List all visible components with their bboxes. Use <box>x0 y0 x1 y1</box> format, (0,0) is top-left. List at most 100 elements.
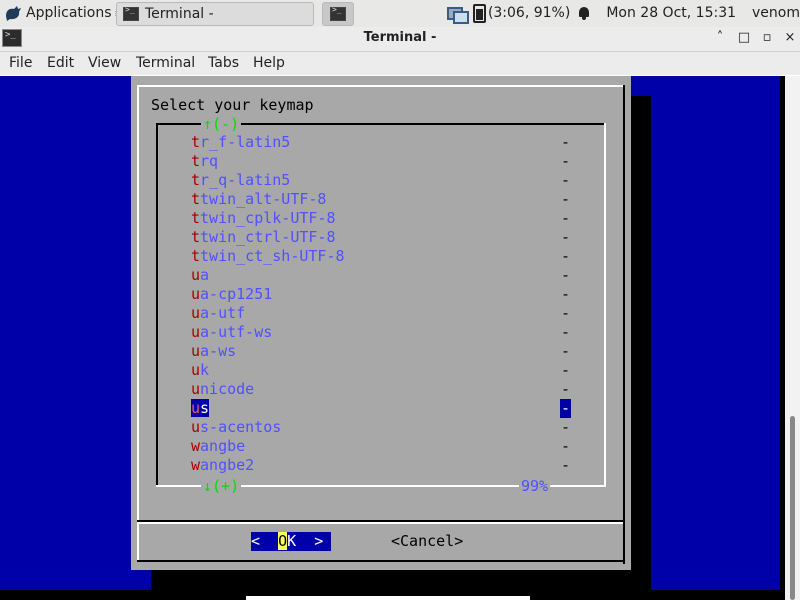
network-icon[interactable] <box>446 5 469 24</box>
item-hotkey: u <box>191 399 201 417</box>
terminal-icon <box>123 5 139 21</box>
item-hotkey: u <box>191 266 201 284</box>
list-item[interactable]: ua - <box>191 266 571 285</box>
listbox-border <box>156 123 158 487</box>
ok-right: K > <box>287 532 324 550</box>
dialog-title: Select your keymap <box>151 96 314 114</box>
item-hotkey: t <box>191 228 201 246</box>
list-item[interactable]: ttwin_alt-UTF-8 - <box>191 190 571 209</box>
terminal-scrollbar[interactable] <box>785 76 800 600</box>
menu-view[interactable]: View <box>88 55 121 71</box>
item-label: k <box>200 361 210 379</box>
battery-icon[interactable] <box>472 3 486 23</box>
scrollbar-thumb[interactable] <box>790 416 795 600</box>
list-item[interactable]: us - <box>191 399 572 418</box>
list-item[interactable]: ua-utf - <box>191 304 571 323</box>
item-label: angbe2 <box>200 456 255 474</box>
keymap-dialog: Select your keymap ↑(-) ↓(+) 99% tr_f-la… <box>131 76 631 570</box>
item-tag: - <box>561 209 571 227</box>
dialog-border <box>137 85 623 87</box>
clock[interactable]: Mon 28 Oct, 15:31 <box>606 5 736 21</box>
user-name[interactable]: venom <box>752 5 800 21</box>
list-item[interactable]: ttwin_cplk-UTF-8 - <box>191 209 571 228</box>
restore-button[interactable]: ▫ <box>758 30 776 45</box>
item-label: angbe <box>200 437 246 455</box>
item-hotkey: t <box>191 247 201 265</box>
taskbar-terminal-label: Terminal - <box>145 6 214 22</box>
item-label: a-ws <box>200 342 237 360</box>
close-button[interactable]: × <box>781 30 799 45</box>
terminal-cursor-line <box>246 596 530 600</box>
item-tag: - <box>561 323 571 341</box>
terminal-icon <box>330 5 346 21</box>
minimize-button[interactable]: ˄ <box>711 30 729 45</box>
listbox-border <box>604 123 606 487</box>
item-tag: - <box>561 437 571 455</box>
item-label: twin_ct_sh-UTF-8 <box>200 247 345 265</box>
item-tag: - <box>561 285 571 303</box>
item-hotkey: u <box>191 304 201 322</box>
list-item[interactable]: unicode - <box>191 380 571 399</box>
item-tag: - <box>561 190 571 208</box>
terminal-area[interactable]: Select your keymap ↑(-) ↓(+) 99% tr_f-la… <box>0 76 800 600</box>
menu-file[interactable]: File <box>9 55 32 71</box>
item-label: a-cp1251 <box>200 285 273 303</box>
item-tag: - <box>560 399 572 418</box>
window-titlebar[interactable]: Terminal - ˄ □ ▫ × <box>0 27 800 52</box>
item-tag: - <box>561 171 571 189</box>
menu-edit[interactable]: Edit <box>47 55 74 71</box>
item-hotkey: t <box>191 171 201 189</box>
dialog-border <box>623 85 625 564</box>
list-item[interactable]: uk - <box>191 361 571 380</box>
cancel-button[interactable]: <Cancel> <box>391 532 463 551</box>
list-item[interactable]: trq - <box>191 152 571 171</box>
scroll-down-indicator[interactable]: ↓(+) <box>201 477 242 495</box>
item-hotkey: t <box>191 133 201 151</box>
list-item[interactable]: wangbe - <box>191 437 571 456</box>
item-label: r_f-latin5 <box>200 133 291 151</box>
item-label: nicode <box>200 380 255 398</box>
list-item[interactable]: us-acentos - <box>191 418 571 437</box>
item-hotkey: u <box>191 342 201 360</box>
list-item[interactable]: ua-cp1251 - <box>191 285 571 304</box>
menu-tabs[interactable]: Tabs <box>208 55 239 71</box>
dialog-border <box>137 560 625 562</box>
list-item[interactable]: ttwin_ct_sh-UTF-8 - <box>191 247 571 266</box>
ok-button[interactable]: < OK > <box>251 532 331 551</box>
item-tag: - <box>561 152 571 170</box>
taskbar-terminal-button-2[interactable] <box>322 2 354 26</box>
scroll-up-indicator[interactable]: ↑(-) <box>201 115 242 133</box>
item-hotkey: u <box>191 418 201 436</box>
item-hotkey: t <box>191 190 201 208</box>
battery-status: (3:06, 91%) <box>487 5 571 21</box>
list-item[interactable]: tr_q-latin5 - <box>191 171 571 190</box>
taskbar-terminal-button[interactable]: Terminal - <box>116 2 314 26</box>
item-tag: - <box>561 133 571 151</box>
list-item[interactable]: ua-ws - <box>191 342 571 361</box>
menu-help[interactable]: Help <box>253 55 285 71</box>
list-item[interactable]: wangbe2 - <box>191 456 571 475</box>
item-hotkey: w <box>191 437 201 455</box>
item-hotkey: u <box>191 380 201 398</box>
menu-bar: File Edit View Terminal Tabs Help <box>0 52 800 75</box>
item-label: r_q-latin5 <box>200 171 291 189</box>
item-label: twin_alt-UTF-8 <box>200 190 327 208</box>
item-label: rq <box>200 152 219 170</box>
list-item[interactable]: tr_f-latin5 - <box>191 133 571 152</box>
xfce-mouse-icon <box>6 6 21 21</box>
item-label: a <box>200 266 210 284</box>
applications-menu[interactable]: Applications ≡ <box>4 3 124 23</box>
list-item[interactable]: ua-utf-ws - <box>191 323 571 342</box>
item-label: twin_ctrl-UTF-8 <box>200 228 336 246</box>
item-tag: - <box>561 304 571 322</box>
item-hotkey: u <box>191 361 201 379</box>
applications-label: Applications <box>26 5 112 21</box>
maximize-button[interactable]: □ <box>735 30 753 45</box>
keymap-list: tr_f-latin5- trq - tr_q-latin5- ttwin_alt-UT… <box>191 133 572 475</box>
top-panel: Applications ≡ Terminal - (3:06, 91%) Mo… <box>0 0 800 28</box>
menu-terminal[interactable]: Terminal <box>136 55 195 71</box>
item-tag: - <box>561 361 571 379</box>
notification-bell-icon[interactable] <box>578 6 590 20</box>
list-item[interactable]: ttwin_ctrl-UTF-8 - <box>191 228 571 247</box>
item-hotkey: u <box>191 285 201 303</box>
